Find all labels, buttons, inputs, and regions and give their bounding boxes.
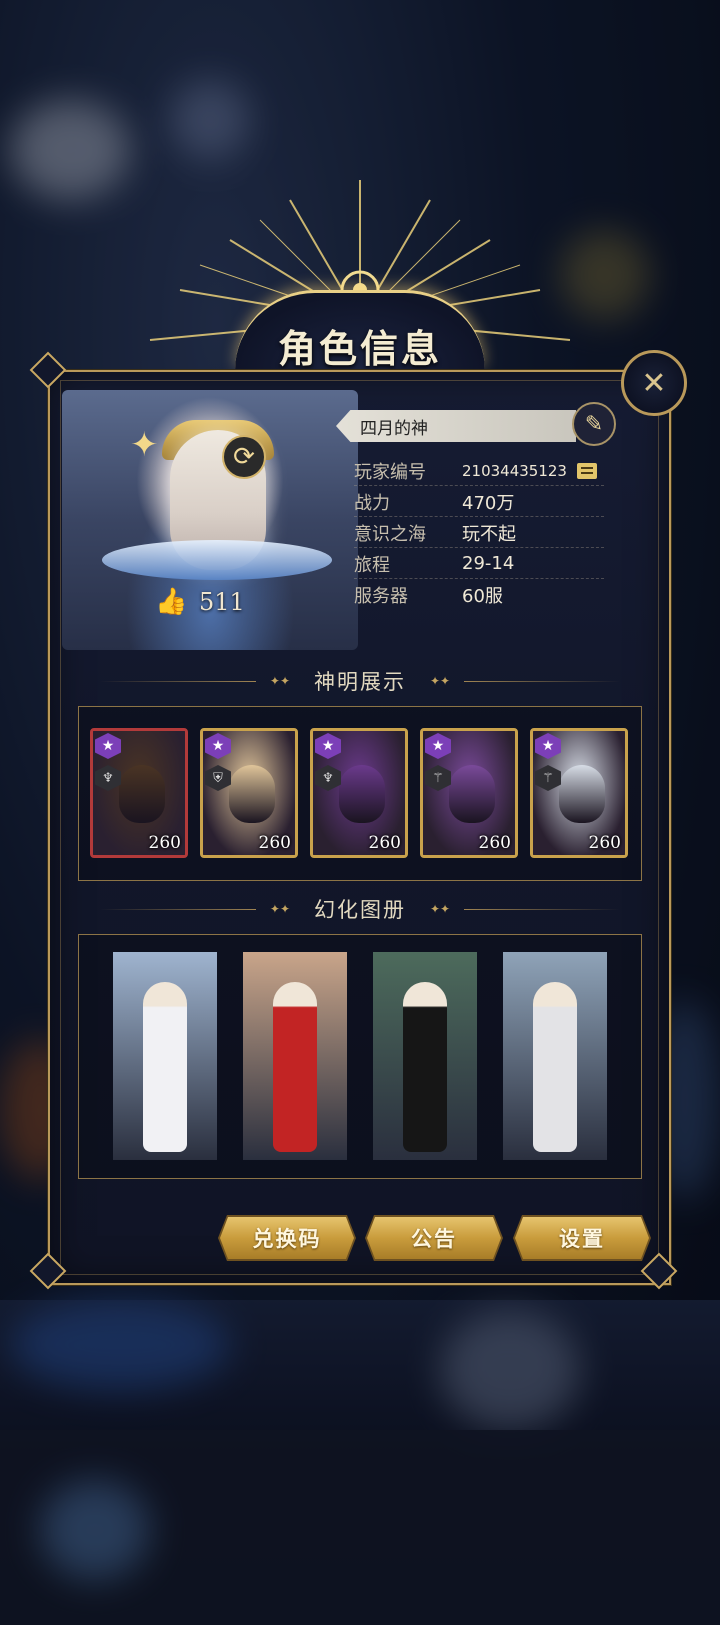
likes-count: 511 bbox=[199, 588, 245, 616]
info-row-server: 服务器 60服 bbox=[354, 580, 604, 610]
notice-button[interactable]: 公告 bbox=[367, 1217, 501, 1259]
star-badge-icon: ✦ bbox=[130, 425, 159, 465]
journey-value: 29-14 bbox=[462, 553, 515, 574]
sea-value: 玩不起 bbox=[462, 523, 516, 545]
settings-button[interactable]: 设置 bbox=[515, 1217, 649, 1259]
hero-card[interactable]: ★ ♆ 260 bbox=[90, 728, 188, 858]
info-row-power: 战力 470万 bbox=[354, 487, 604, 517]
info-label: 战力 bbox=[354, 492, 390, 514]
player-id-value: 21034435123 bbox=[462, 461, 567, 480]
info-label: 服务器 bbox=[354, 586, 408, 607]
info-label: 玩家编号 bbox=[354, 461, 426, 483]
diamond-icon: ✦✦ bbox=[269, 902, 290, 916]
skins-section-header: ✦✦ 幻化图册 ✦✦ bbox=[100, 894, 620, 924]
refresh-icon: ⟳ bbox=[233, 442, 255, 472]
hero-face bbox=[559, 765, 605, 823]
change-avatar-button[interactable]: ⟳ bbox=[222, 435, 266, 479]
section-title: 幻化图册 bbox=[314, 898, 406, 922]
thumbs-up-icon: 👍 bbox=[155, 587, 188, 617]
quill-icon: ✎ bbox=[584, 411, 604, 437]
hero-card[interactable]: ★ ⛨ 260 bbox=[200, 728, 298, 858]
close-icon: ✕ bbox=[641, 365, 667, 401]
skin-figure bbox=[403, 982, 447, 1152]
skin-figure bbox=[533, 982, 577, 1152]
redeem-code-button[interactable]: 兑换码 bbox=[220, 1217, 354, 1259]
hero-level: 260 bbox=[368, 833, 401, 853]
info-label: 意识之海 bbox=[354, 523, 426, 545]
section-title: 神明展示 bbox=[314, 670, 406, 694]
power-value: 470万 bbox=[462, 492, 515, 514]
skin-card[interactable] bbox=[243, 952, 347, 1160]
hero-face bbox=[119, 765, 165, 823]
diamond-icon: ✦✦ bbox=[269, 674, 290, 688]
info-row-sea: 意识之海 玩不起 bbox=[354, 518, 604, 548]
diamond-icon: ✦✦ bbox=[430, 902, 451, 916]
skin-card[interactable] bbox=[373, 952, 477, 1160]
dialog-title: 角色信息 bbox=[277, 326, 442, 371]
hero-card[interactable]: ★ ⚚ 260 bbox=[530, 728, 628, 858]
likes-counter[interactable]: 👍 511 bbox=[155, 588, 245, 616]
info-row-player-id: 玩家编号 21034435123 bbox=[354, 456, 604, 486]
hero-face bbox=[339, 765, 385, 823]
hero-level: 260 bbox=[258, 833, 291, 853]
skin-card[interactable] bbox=[113, 952, 217, 1160]
edit-name-button[interactable]: ✎ bbox=[572, 402, 616, 446]
skin-figure bbox=[273, 982, 317, 1152]
skin-card[interactable] bbox=[503, 952, 607, 1160]
hero-level: 260 bbox=[588, 833, 621, 853]
hero-face bbox=[229, 765, 275, 823]
heroes-section-header: ✦✦ 神明展示 ✦✦ bbox=[100, 666, 620, 696]
hero-level: 260 bbox=[148, 833, 181, 853]
diamond-icon: ✦✦ bbox=[430, 674, 451, 688]
info-row-journey: 旅程 29-14 bbox=[354, 549, 604, 579]
player-name: 四月的神 bbox=[336, 410, 576, 442]
hero-level: 260 bbox=[478, 833, 511, 853]
info-label: 旅程 bbox=[354, 554, 390, 576]
hero-card[interactable]: ★ ♆ 260 bbox=[310, 728, 408, 858]
skin-figure bbox=[143, 982, 187, 1152]
close-button[interactable]: ✕ bbox=[621, 350, 687, 416]
copy-icon[interactable] bbox=[576, 462, 597, 479]
server-value: 60服 bbox=[462, 586, 503, 607]
hero-face bbox=[449, 765, 495, 823]
hero-card[interactable]: ★ ⚚ 260 bbox=[420, 728, 518, 858]
